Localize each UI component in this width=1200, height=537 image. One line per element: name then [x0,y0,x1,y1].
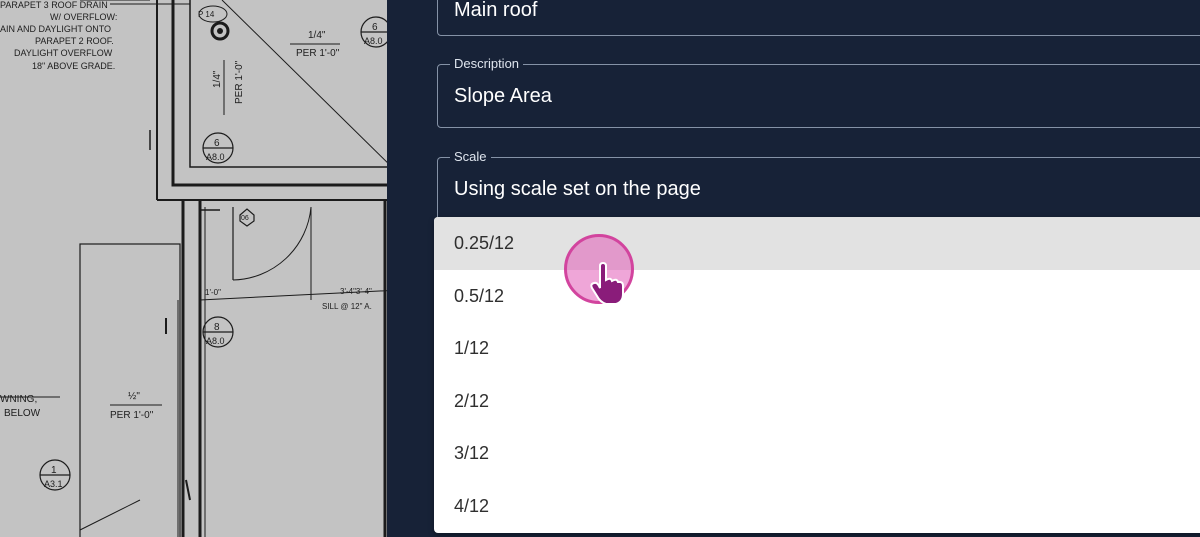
sill-note: SILL @ 12" A. [322,302,372,311]
note-line: AIN AND DAYLIGHT ONTO [0,24,111,34]
dimension-label: 3'-4"3'-4" [340,287,372,296]
scale-option-2-12[interactable]: 2/12 [434,375,1200,428]
scale-dropdown-list[interactable]: 0.25/12 0.5/12 1/12 2/12 3/12 4/12 [434,217,1200,533]
blueprint-canvas[interactable]: PARAPET 3 ROOF DRAIN W/ OVERFLOW: AIN AN… [0,0,400,537]
scale-option-0-25-12[interactable]: 0.25/12 [434,217,1200,270]
slope-label: PER 1'-0" [234,60,245,104]
callout-sheet: A8.0 [364,36,383,46]
callout-number: 6 [372,22,378,33]
hand-pointer-icon [590,262,624,305]
description-field[interactable]: Description Slope Area [437,57,1200,128]
description-value: Slope Area [454,85,552,107]
scale-option-3-12[interactable]: 3/12 [434,427,1200,480]
blueprint-drawing: PARAPET 3 ROOF DRAIN W/ OVERFLOW: AIN AN… [0,0,400,537]
callout-number: 6 [214,138,220,149]
name-value: Main roof [454,0,538,21]
slope-label: 1/4" [212,70,223,88]
scale-option-0-5-12[interactable]: 0.5/12 [434,270,1200,323]
scale-option-4-12[interactable]: 4/12 [434,480,1200,533]
door-tag: 06 [241,215,249,222]
dimension-label: 1'-0" [205,288,221,297]
drain-tag: P 14 [198,10,215,19]
callout-sheet: A8.0 [206,336,225,346]
awning-note: BELOW [4,408,41,419]
slope-label: 1/4" [308,30,326,41]
description-label: Description [450,57,524,71]
callout-number: 8 [214,322,220,333]
name-field[interactable]: Main roof [437,0,1200,36]
note-line: PARAPET 3 ROOF DRAIN [0,0,108,10]
note-line: 18" ABOVE GRADE. [32,61,115,71]
scale-label: Scale [450,150,491,164]
callout-number: 1 [51,465,57,476]
slope-label: PER 1'-0" [296,48,340,59]
note-line: DAYLIGHT OVERFLOW [14,48,113,58]
callout-sheet: A3.1 [44,479,63,489]
note-line: PARAPET 2 ROOF. [35,36,114,46]
slope-label: ½" [128,391,140,402]
awning-note: WNING, [0,394,37,405]
scale-option-1-12[interactable]: 1/12 [434,322,1200,375]
slope-label: PER 1'-0" [110,410,154,421]
callout-sheet: A8.0 [206,152,225,162]
note-line: W/ OVERFLOW: [50,12,117,22]
scale-value: Using scale set on the page [454,178,701,200]
